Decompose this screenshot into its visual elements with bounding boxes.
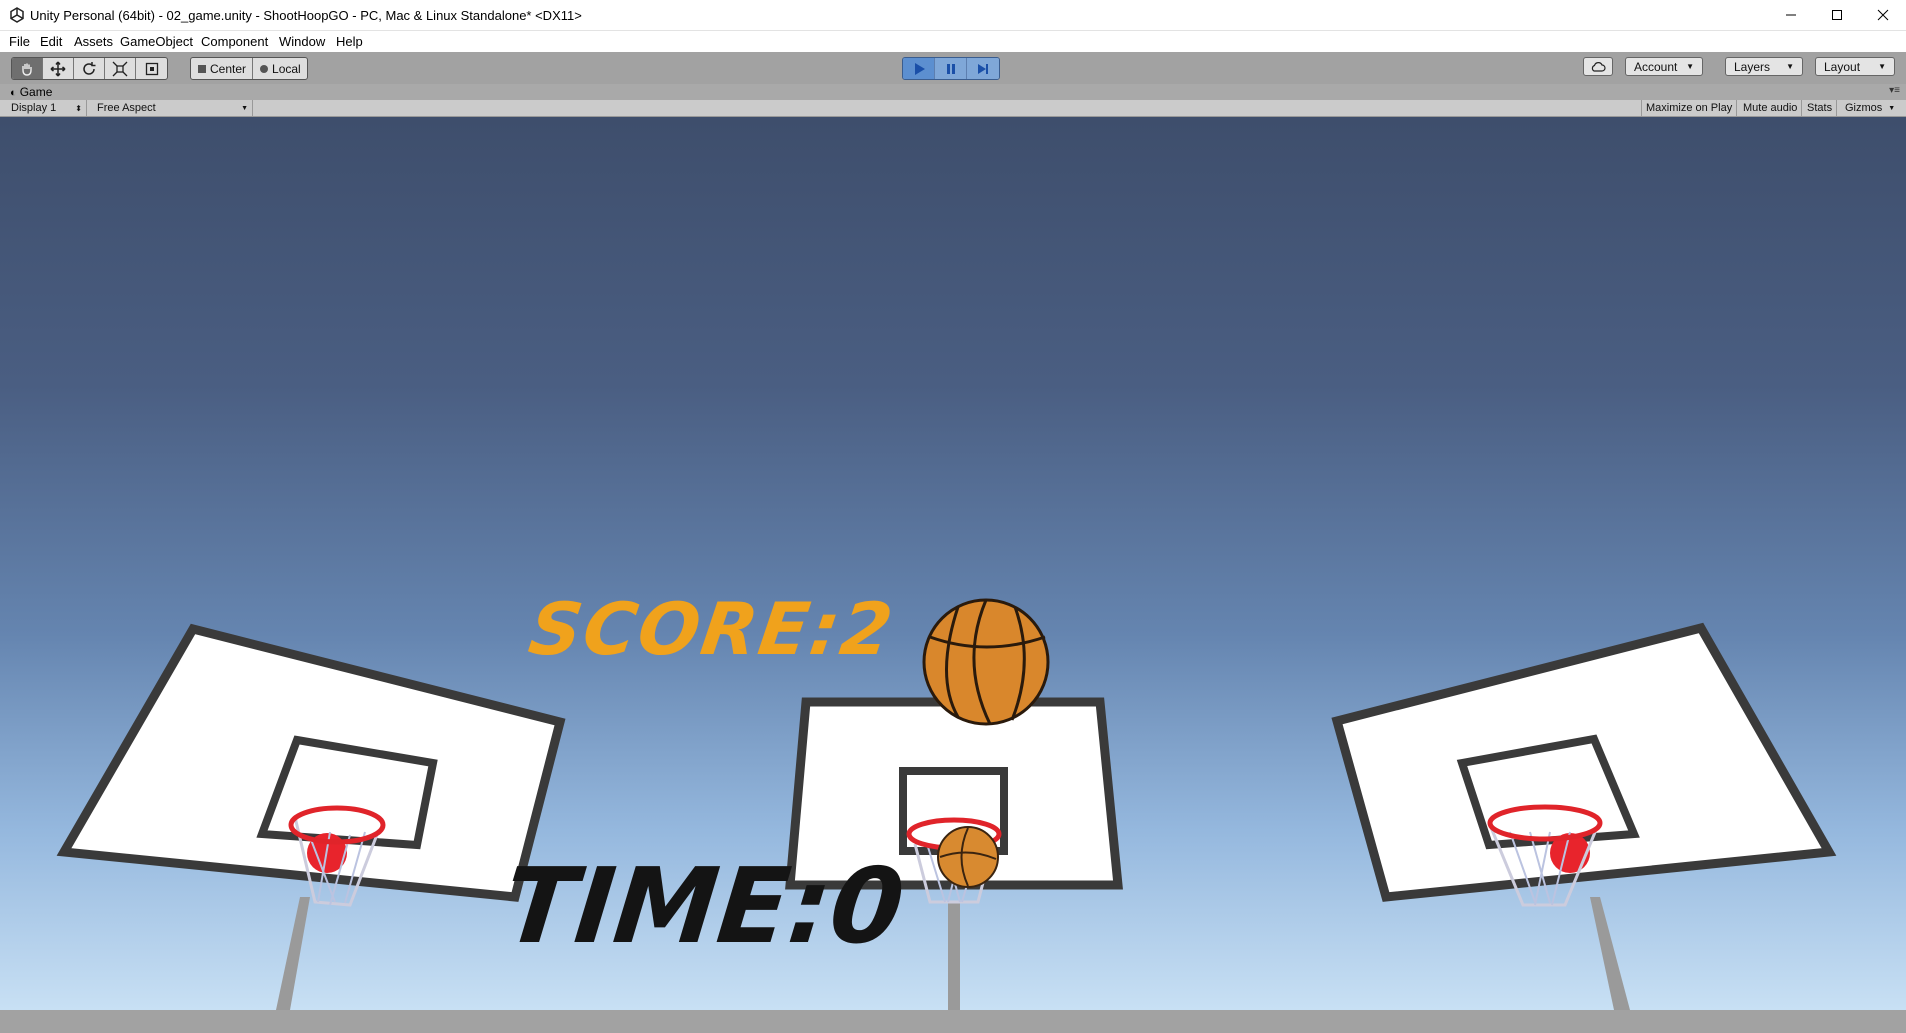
play-icon (914, 62, 925, 75)
menu-file[interactable]: File (9, 34, 30, 49)
left-hoop (56, 623, 566, 1010)
layers-label: Layers (1734, 59, 1771, 74)
pivot-local-button[interactable]: Local (253, 58, 307, 79)
move-tool-button[interactable] (43, 58, 74, 79)
left-hoop-pole (276, 897, 310, 1010)
chevron-down-icon: ▼ (241, 104, 248, 112)
rotate-tool-button[interactable] (74, 58, 105, 79)
step-icon (978, 63, 988, 74)
basketball-body (922, 598, 1050, 726)
tab-game-label: Game (19, 85, 53, 99)
pivot-center-icon (198, 64, 206, 73)
game-tab-bar: ◐ Game ▾≡ (0, 84, 1906, 100)
minimize-button[interactable] (1768, 0, 1814, 30)
move-icon (50, 61, 66, 76)
chevron-down-icon: ▼ (1686, 62, 1694, 71)
pause-icon (946, 63, 955, 74)
hand-tool-button[interactable] (12, 58, 43, 79)
scale-icon (112, 61, 128, 76)
close-icon (1877, 9, 1889, 21)
menu-gameobject[interactable]: GameObject (120, 34, 193, 49)
pivot-center-button[interactable]: Center (191, 58, 254, 79)
scale-tool-button[interactable] (105, 58, 136, 79)
tab-menu-icon[interactable]: ▾≡ (1889, 85, 1900, 96)
game-tab-icon: ◐ (10, 87, 20, 99)
game-scene (56, 598, 1837, 1010)
play-button[interactable] (903, 58, 935, 79)
mute-audio-label: Mute audio (1743, 102, 1798, 114)
playback-controls (902, 57, 1000, 80)
game-viewport[interactable]: SCORE:2 TIME:0 (0, 117, 1906, 1010)
score-text: SCORE:2 (524, 587, 900, 671)
rotate-icon (83, 61, 96, 75)
rect-tool-button[interactable] (136, 58, 167, 79)
status-bar (0, 1010, 1906, 1033)
layout-dropdown[interactable]: Layout ▼ (1815, 57, 1895, 76)
display-label: Display 1 (11, 102, 57, 114)
transform-tools (11, 57, 168, 80)
center-hoop-pole (948, 902, 960, 1010)
window-title: Unity Personal (64bit) - 02_game.unity -… (30, 8, 582, 23)
chevron-down-icon: ▼ (1888, 104, 1896, 112)
account-dropdown[interactable]: Account ▼ (1625, 57, 1703, 76)
unity-logo-icon (10, 7, 24, 23)
layout-label: Layout (1824, 59, 1861, 74)
chevron-down-icon: ▼ (1786, 62, 1794, 71)
maximize-on-play-toggle[interactable]: Maximize on Play (1641, 100, 1738, 116)
menu-edit[interactable]: Edit (40, 34, 62, 49)
menu-bar: File Edit Assets GameObject Component Wi… (0, 31, 1906, 52)
rect-tool-icon (145, 62, 158, 75)
stats-toggle[interactable]: Stats (1803, 100, 1838, 116)
minimize-icon (1786, 14, 1796, 16)
step-button[interactable] (967, 58, 999, 79)
gizmos-label: Gizmos (1845, 102, 1883, 114)
game-view-toolbar: Display 1 ⬍ Free Aspect ▼ Maximize on Pl… (0, 100, 1906, 117)
main-toolbar: Center Local Account ▼ Layers ▼ Layout ▼ (0, 52, 1906, 85)
stats-label: Stats (1807, 102, 1833, 114)
pause-button[interactable] (935, 58, 967, 79)
maximize-button[interactable] (1814, 0, 1860, 30)
mute-audio-toggle[interactable]: Mute audio (1739, 100, 1803, 116)
gizmos-dropdown[interactable]: Gizmos ▼ (1841, 100, 1899, 116)
cloud-icon (1591, 61, 1606, 72)
right-hoop-pole (1590, 897, 1630, 1010)
display-dropdown[interactable]: Display 1 ⬍ (7, 100, 87, 116)
cloud-button[interactable] (1583, 57, 1613, 76)
layers-dropdown[interactable]: Layers ▼ (1725, 57, 1803, 76)
maximize-on-play-label: Maximize on Play (1646, 102, 1733, 114)
title-bar: Unity Personal (64bit) - 02_game.unity -… (0, 0, 1906, 31)
basketball[interactable] (922, 598, 1050, 726)
menu-window[interactable]: Window (279, 34, 325, 49)
stepper-icon: ⬍ (75, 103, 82, 113)
maximize-icon (1832, 10, 1842, 20)
account-label: Account (1634, 59, 1678, 74)
aspect-dropdown[interactable]: Free Aspect ▼ (93, 100, 253, 116)
menu-component[interactable]: Component (201, 34, 268, 49)
pivot-toggles: Center Local (190, 57, 308, 80)
close-button[interactable] (1860, 0, 1906, 30)
hand-icon (22, 63, 32, 76)
chevron-down-icon: ▼ (1878, 62, 1886, 71)
pivot-center-label: Center (210, 61, 247, 76)
aspect-label: Free Aspect (97, 102, 156, 114)
pivot-local-icon (260, 64, 269, 73)
menu-help[interactable]: Help (336, 34, 363, 49)
time-text: TIME:0 (498, 845, 910, 967)
menu-assets[interactable]: Assets (74, 34, 113, 49)
right-hoop (1331, 622, 1837, 1010)
tab-game[interactable]: ◐ Game (10, 85, 52, 99)
pivot-local-label: Local (272, 61, 301, 76)
